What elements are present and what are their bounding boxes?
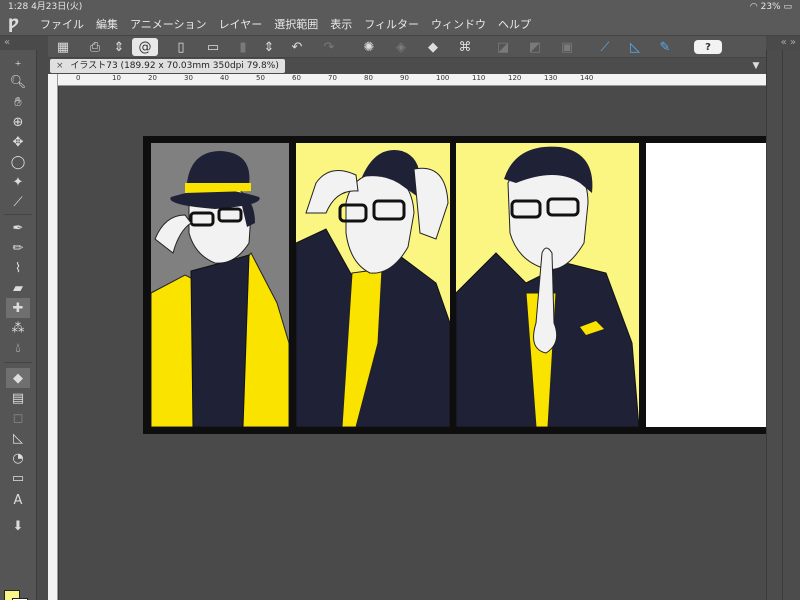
export-icon[interactable]: ⎙: [86, 38, 104, 56]
magic-wand-tool-icon[interactable]: ✦: [6, 172, 30, 192]
blend-tool-icon[interactable]: 💧︎: [6, 338, 30, 358]
comic-panel-3[interactable]: [456, 143, 639, 427]
pen-tool-icon[interactable]: ✒: [6, 218, 30, 238]
up-down-arrows-icon[interactable]: ⇕: [110, 38, 128, 56]
ruler-tick: 80: [364, 74, 373, 82]
fill-tool-icon[interactable]: ◆: [6, 368, 30, 388]
tool-palette: ⁺ 🔍︎ ✋︎ ⊕ ✥ ◯ ✦ ⟋ ✒ ✏ ⌇ ▰ ✚ ⁂ 💧︎ ◆ ▤ ◻ ◺…: [0, 50, 36, 600]
transform-icon[interactable]: ◈: [392, 38, 410, 56]
document-tab-bar: × イラスト73 (189.92 x 70.03mm 350dpi 79.8%)…: [48, 58, 766, 74]
comic-panel-1[interactable]: [151, 143, 289, 427]
panel-1-illustration: [151, 151, 289, 427]
right-panel-collapsed: [766, 50, 782, 600]
left-panel-collapsed: [36, 50, 48, 600]
tab-menu-icon[interactable]: ▼: [748, 58, 764, 74]
ruler-tick: 70: [328, 74, 337, 82]
sub-tool-icon[interactable]: ⬇: [6, 516, 30, 536]
eyedropper-tool-icon[interactable]: ⟋: [6, 192, 30, 212]
menu-animation[interactable]: アニメーション: [130, 14, 207, 36]
ruler-tick: 50: [256, 74, 265, 82]
document-title: イラスト73 (189.92 x 70.03mm 350dpi 79.8%): [70, 61, 279, 71]
panel-3-illustration: [456, 146, 639, 427]
fill-icon[interactable]: ◆: [424, 38, 442, 56]
brush-stabilizer-icon[interactable]: @: [132, 38, 158, 56]
menu-file[interactable]: ファイル: [40, 14, 84, 36]
battery-icon: ▭: [783, 2, 792, 12]
close-icon[interactable]: ×: [56, 61, 64, 71]
battery-percent: 23%: [760, 2, 781, 12]
airbrush-tool-icon[interactable]: ⁂: [6, 318, 30, 338]
text-tool-icon[interactable]: A: [6, 490, 30, 510]
ruler-tick: 100: [436, 74, 450, 82]
document-tab[interactable]: × イラスト73 (189.92 x 70.03mm 350dpi 79.8%): [50, 59, 285, 73]
menu-layer[interactable]: レイヤー: [219, 14, 263, 36]
comic-panel-2[interactable]: [296, 143, 450, 427]
grid-view-icon[interactable]: ▦: [54, 38, 72, 56]
pencil-blue-icon[interactable]: ✎: [656, 38, 674, 56]
triangle-ruler-icon[interactable]: ◺: [626, 38, 644, 56]
correction-tool-icon[interactable]: ✚: [6, 298, 30, 318]
brush-tool-icon[interactable]: ⌇: [6, 258, 30, 278]
new-file-icon[interactable]: ▯: [172, 38, 190, 56]
menu-view[interactable]: 表示: [330, 14, 352, 36]
scale-icon[interactable]: ⌘: [456, 38, 474, 56]
ruler-tick: 0: [76, 74, 81, 82]
comic-strip-artwork[interactable]: [143, 136, 766, 434]
menu-filter[interactable]: フィルター: [364, 14, 419, 36]
ruler-tick: 60: [292, 74, 301, 82]
menu-help[interactable]: ヘルプ: [498, 14, 531, 36]
save-icon[interactable]: ▮: [234, 38, 252, 56]
ruler-tick: 40: [220, 74, 229, 82]
menu-selection[interactable]: 選択範囲: [274, 14, 318, 36]
command-bar: ▦ ⎙ ⇕ @ ▯ ▭ ▮ ⇕ ↶ ↷ ✺ ◈ ◆ ⌘ ◪ ◩ ▣ ⟋ ◺ ✎ …: [48, 36, 766, 58]
horizontal-ruler: 0 10 20 30 40 50 60 70 80 90 100 110 120…: [58, 74, 766, 86]
ruler-tick: 90: [400, 74, 409, 82]
app-logo-icon[interactable]: Ƿ: [8, 16, 26, 34]
lasso-tool-icon[interactable]: ◯: [6, 152, 30, 172]
ios-status-bar: 1:28 4月23日(火) ◠ 23% ▭: [0, 0, 800, 14]
panel-2-illustration: [296, 150, 450, 427]
fill-gray-icon[interactable]: ◩: [526, 38, 544, 56]
loading-icon[interactable]: ✺: [360, 38, 378, 56]
ruler-tick: 10: [112, 74, 121, 82]
magnifier-tool-icon[interactable]: ⊕: [6, 112, 30, 132]
eraser-tool-icon[interactable]: ▰: [6, 278, 30, 298]
menu-edit[interactable]: 編集: [96, 14, 118, 36]
wifi-icon: ◠: [749, 2, 758, 12]
redo-icon[interactable]: ↷: [320, 38, 338, 56]
ruler-tool-icon[interactable]: ◺: [6, 428, 30, 448]
selection-icon[interactable]: ▣: [558, 38, 576, 56]
undo-icon[interactable]: ↶: [288, 38, 306, 56]
pencil-tool-icon[interactable]: ✏: [6, 238, 30, 258]
move-tool-icon[interactable]: ✥: [6, 132, 30, 152]
balloon-tool-icon[interactable]: ◔: [6, 448, 30, 468]
status-battery: ◠ 23% ▭: [750, 0, 792, 14]
open-folder-icon[interactable]: ▭: [204, 38, 222, 56]
menu-bar: Ƿ ファイル 編集 アニメーション レイヤー 選択範囲 表示 フィルター ウィン…: [0, 14, 800, 36]
figure-tool-icon[interactable]: ◻: [6, 408, 30, 428]
menu-window[interactable]: ウィンドウ: [431, 14, 486, 36]
ruler-tick: 20: [148, 74, 157, 82]
gradient-tool-icon[interactable]: ▤: [6, 388, 30, 408]
ruler-tick: 30: [184, 74, 193, 82]
ruler-off-icon[interactable]: ◪: [494, 38, 512, 56]
ruler-tick: 130: [544, 74, 558, 82]
collapse-left-panel-button[interactable]: «: [0, 36, 48, 50]
comic-panel-4[interactable]: [646, 143, 766, 427]
status-time-date: 1:28 4月23日(火): [8, 2, 83, 12]
ruler-tick: 110: [472, 74, 486, 82]
up-down-arrows-icon-2[interactable]: ⇕: [260, 38, 278, 56]
hand-tool-icon[interactable]: ✋︎: [6, 92, 30, 112]
help-button[interactable]: ?: [694, 40, 722, 54]
frame-tool-icon[interactable]: ▭: [6, 468, 30, 488]
ruler-tick: 120: [508, 74, 522, 82]
right-panel-collapsed-2: [782, 50, 800, 600]
vertical-ruler: [48, 74, 58, 600]
collapse-right-panel-button[interactable]: « »: [766, 36, 800, 50]
ruler-tick: 140: [580, 74, 594, 82]
pen-blue-icon[interactable]: ⟋: [596, 38, 614, 56]
zoom-tool-icon[interactable]: 🔍︎: [6, 72, 30, 92]
